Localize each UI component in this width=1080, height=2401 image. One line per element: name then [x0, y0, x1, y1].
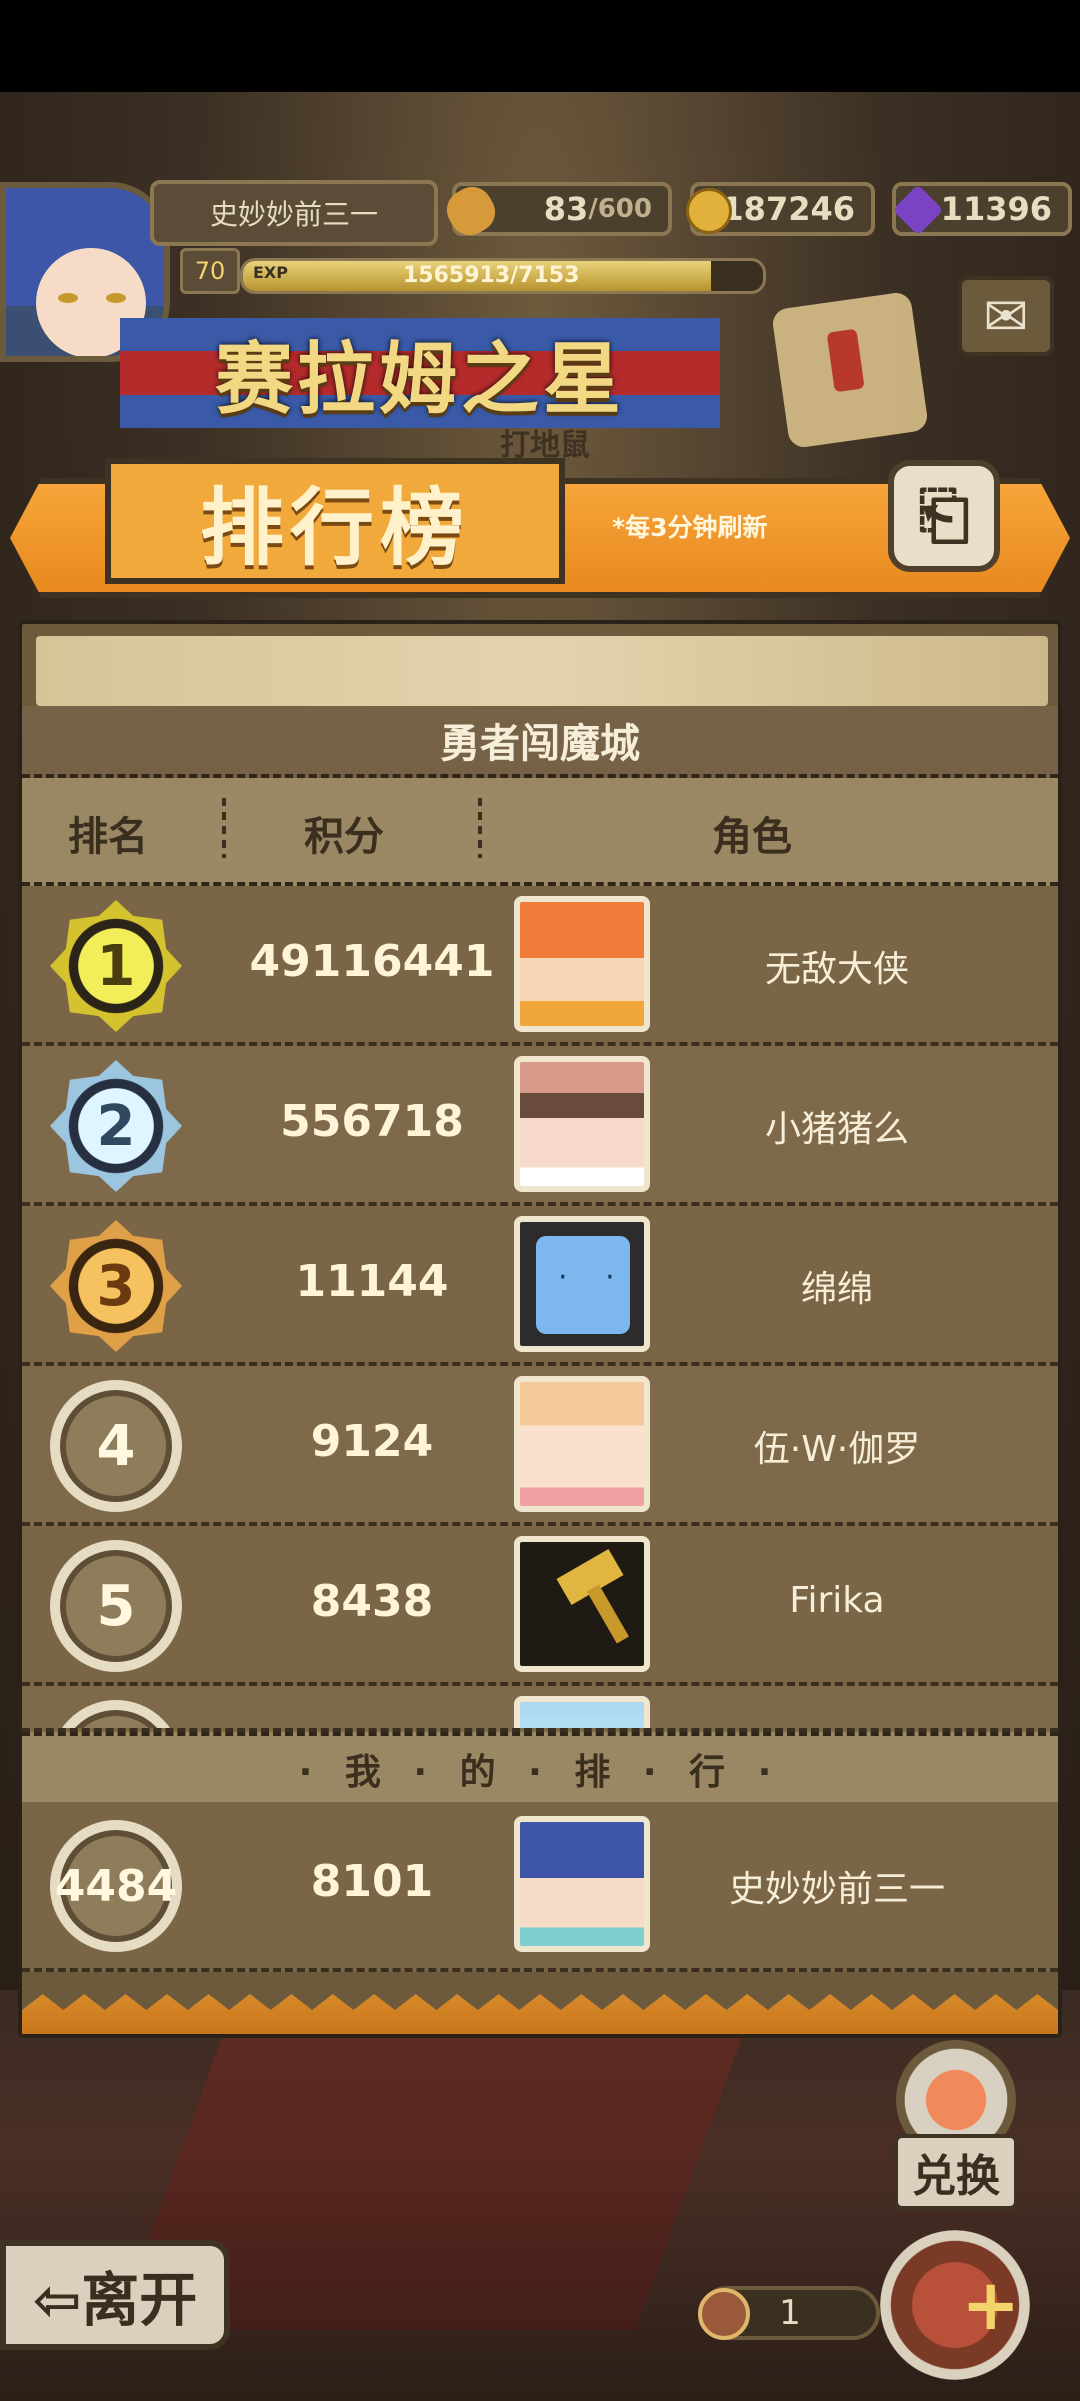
player-name-cell: 绵绵	[800, 1269, 873, 1310]
panel-map-strip	[36, 636, 1048, 706]
leaderboard-panel: 勇者闯魔城 排名 积分 角色 1 49116441 无敌大侠 2 556718 …	[18, 620, 1062, 2038]
exchange-button[interactable]: 兑换	[866, 2040, 1046, 2210]
column-rank: 排名	[68, 814, 148, 860]
row-score: 11144	[295, 1256, 449, 1307]
stamina-max: /600	[588, 194, 652, 224]
leaderboard-title: 排行榜	[105, 458, 565, 584]
my-character-portrait[interactable]	[514, 1816, 650, 1952]
player-name-cell: 伍·W·伽罗	[753, 1429, 921, 1470]
player-level: 70	[180, 248, 240, 294]
quest-scroll-icon[interactable]	[770, 290, 930, 450]
avatar-eye	[106, 293, 126, 303]
rank-badge-gold: 1	[50, 900, 182, 1032]
avatar-eye	[58, 293, 78, 303]
my-rank-badge: 4484	[50, 1820, 182, 1952]
coin-count: 1	[779, 2293, 801, 2333]
my-name: 史妙妙前三一	[728, 1869, 945, 1910]
leaderboard-row[interactable]: 4 9124 伍·W·伽罗	[22, 1366, 1058, 1526]
coin-icon	[698, 2288, 750, 2340]
leaderboard-row[interactable]: 1 49116441 无敌大侠	[22, 886, 1058, 1046]
my-rank-header: · 我 · 的 · 排 · 行 ·	[22, 1732, 1058, 1806]
back-button[interactable]: ⎗	[888, 460, 1000, 572]
hammer-icon	[556, 1549, 624, 1605]
exp-label: EXP	[253, 263, 288, 282]
back-arrow-icon: ⎗	[918, 479, 970, 553]
exchange-label: 兑换	[894, 2134, 1018, 2210]
gold-counter[interactable]: 187246	[686, 182, 875, 236]
plus-icon: +	[961, 2264, 1020, 2346]
rank-badge	[50, 1700, 182, 1728]
gold-value: 187246	[721, 190, 855, 228]
row-score: 49116441	[249, 936, 495, 987]
character-portrait[interactable]	[514, 1216, 650, 1352]
exp-value: 1565913/7153	[403, 263, 580, 288]
column-header: 排名 积分 角色	[22, 778, 1058, 886]
row-score: 9124	[310, 1416, 434, 1467]
gem-icon	[892, 184, 944, 236]
rank-badge: 5	[50, 1540, 182, 1672]
my-rank-row[interactable]: 4484 8101 史妙妙前三一	[22, 1802, 1058, 1972]
rank-badge-silver: 2	[50, 1060, 182, 1192]
leaderboard-row[interactable]: 5 8438 Firika	[22, 1526, 1058, 1686]
character-portrait[interactable]	[514, 1696, 650, 1728]
leaderboard-row[interactable]: 3 11144 绵绵	[22, 1206, 1058, 1366]
leaderboard-row-partial[interactable]	[22, 1686, 1058, 1732]
gold-coin-icon	[686, 188, 732, 234]
column-character: 角色	[712, 814, 792, 860]
player-name-cell: 无敌大侠	[764, 949, 909, 990]
coin-counter: 1	[698, 2286, 880, 2340]
add-coin-button[interactable]: +	[880, 2230, 1030, 2380]
column-divider	[222, 798, 226, 858]
stamina-counter[interactable]: 83/600	[439, 179, 672, 243]
mail-button[interactable]: ✉	[958, 276, 1054, 356]
exp-bar: EXP 1565913/7153	[240, 258, 766, 294]
player-name: 史妙妙前三一	[150, 180, 438, 246]
panel-bottom-trim	[22, 1994, 1058, 2034]
gem-counter[interactable]: 11396	[892, 182, 1072, 236]
stamina-current: 83	[543, 190, 589, 228]
character-portrait[interactable]	[514, 1376, 650, 1512]
my-score: 8101	[310, 1856, 434, 1907]
row-score: 556718	[280, 1096, 464, 1147]
rank-badge: 4	[50, 1380, 182, 1512]
row-score: 8438	[310, 1576, 434, 1627]
character-portrait[interactable]	[514, 1056, 650, 1192]
mail-icon: ✉	[983, 284, 1029, 348]
leaderboard-row[interactable]: 2 556718 小猪猪么	[22, 1046, 1058, 1206]
dungeon-title: 勇者闯魔城	[22, 706, 1058, 778]
character-portrait[interactable]	[514, 896, 650, 1032]
rank-badge-bronze: 3	[50, 1220, 182, 1352]
player-name-cell: 小猪猪么	[764, 1109, 909, 1150]
column-score: 积分	[304, 814, 384, 860]
leave-button[interactable]: ⇦离开	[0, 2240, 230, 2350]
refresh-note: *每3分钟刷新	[612, 513, 768, 542]
player-name-cell: Firika	[789, 1580, 885, 1621]
character-portrait[interactable]	[514, 1536, 650, 1672]
gem-value: 11396	[940, 190, 1052, 228]
column-divider	[478, 798, 482, 858]
status-bar	[0, 0, 1080, 92]
event-title: 赛拉姆之星	[120, 318, 720, 428]
cube-character-icon	[536, 1236, 630, 1334]
